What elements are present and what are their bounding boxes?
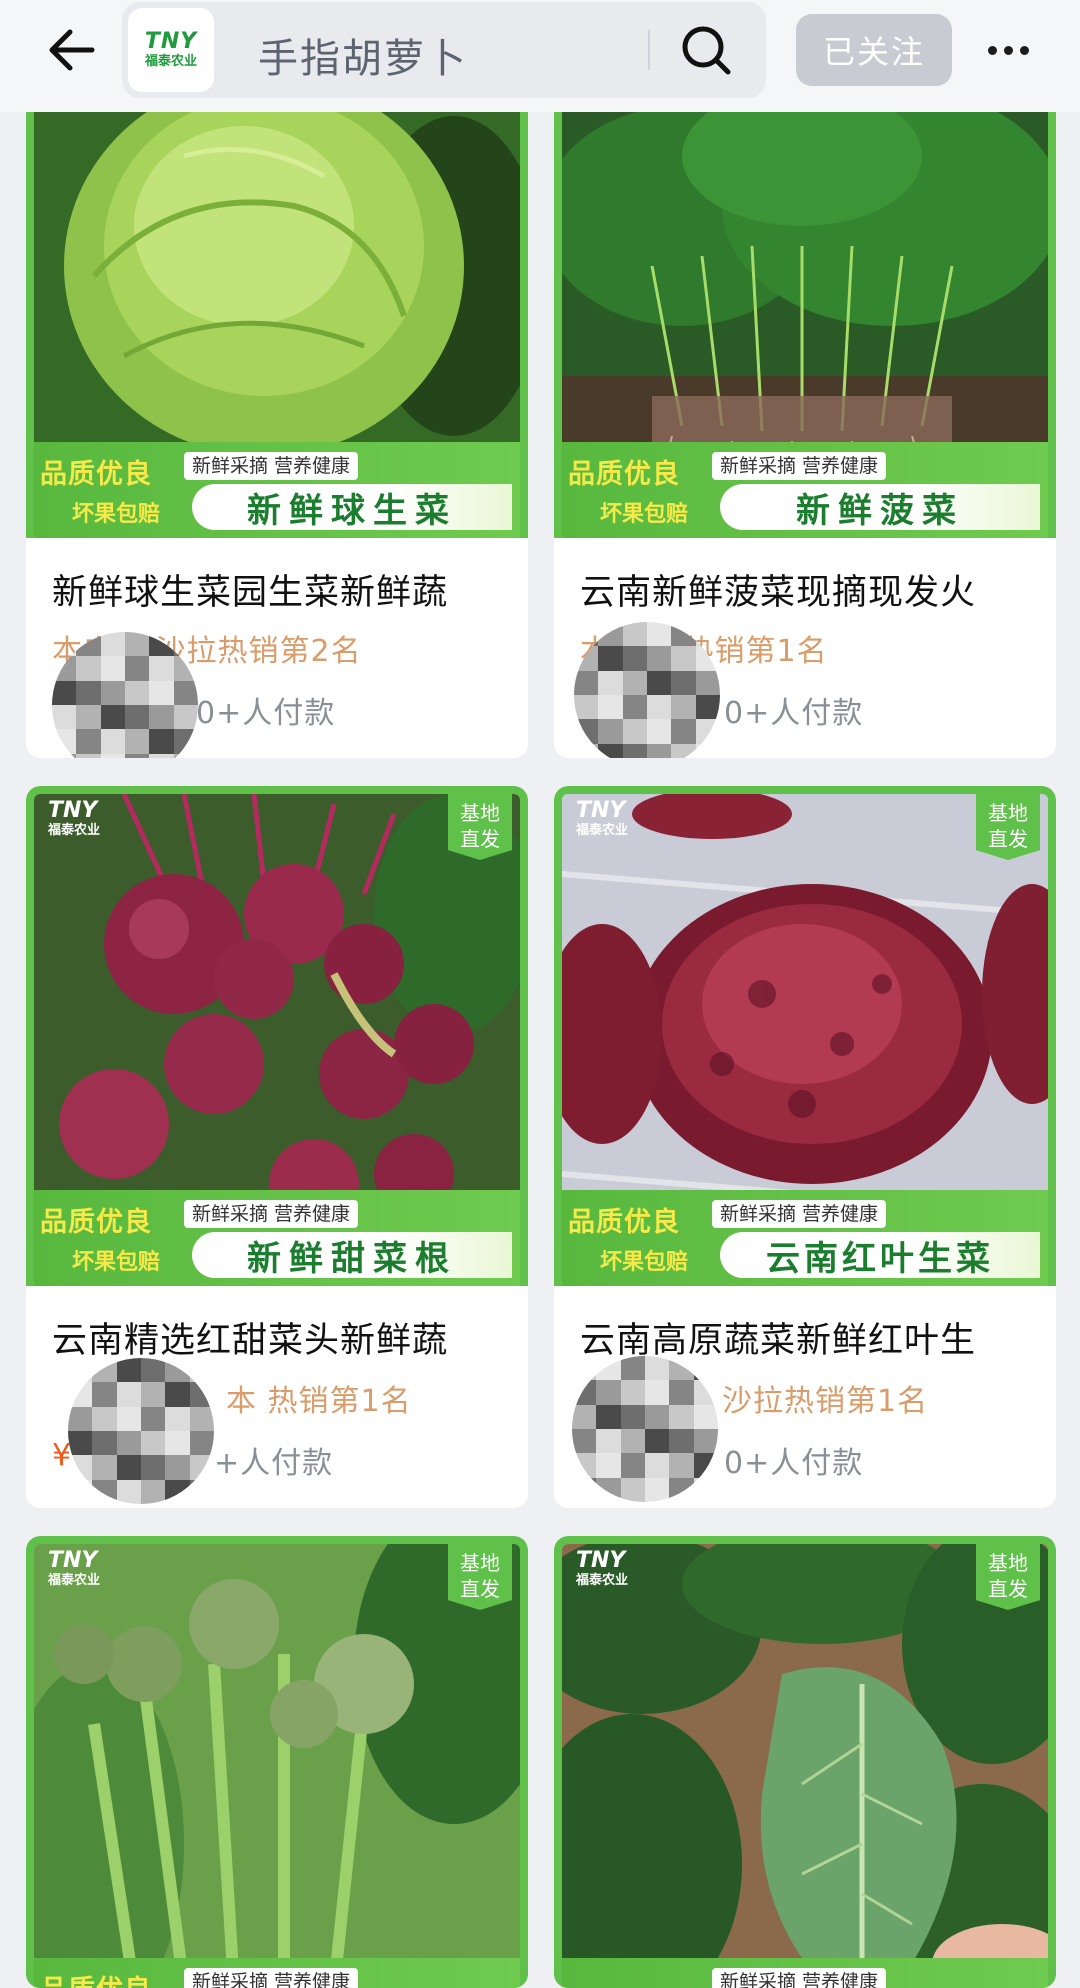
promo-tag: 新鲜采摘 营养健康	[712, 452, 887, 480]
promo-tag: 新鲜采摘 营养健康	[184, 1200, 359, 1228]
promo-quality-text: 品质优良	[40, 459, 152, 490]
privacy-blur-mask	[572, 1356, 718, 1502]
brand-badge-mark: TNY	[576, 1548, 626, 1573]
product-card[interactable]: TNY 福泰农业 基地 直发 品质优良 坏果包赔 新鲜采摘 营养健康 新鲜甜菜根…	[26, 786, 528, 1508]
brand-badge-mark: TNY	[48, 798, 98, 823]
brand-badge: TNY 福泰农业	[576, 800, 686, 846]
product-card[interactable]: TNY 福泰农业 基地 直发 品质优良 新鲜采摘 营养健康	[26, 1536, 528, 1988]
back-button[interactable]	[38, 20, 106, 80]
store-logo-sub: 福泰农业	[144, 53, 197, 69]
promo-guarantee-text: 坏果包赔	[600, 1250, 689, 1275]
product-title[interactable]: 云南精选红甜菜头新鲜蔬	[52, 1312, 522, 1363]
product-image[interactable]: TNY 福泰农业 基地 直发 品质优良 新鲜采摘 营养健康	[26, 1536, 528, 1988]
promo-product-name: 新鲜菠菜	[720, 484, 1040, 531]
product-rank: 本 热销第1名	[226, 1384, 412, 1419]
search-bar[interactable]: TNY 福泰农业 手指胡萝卜	[122, 2, 766, 98]
brand-badge-sub: 福泰农业	[576, 1573, 629, 1588]
brand-badge: TNY 福泰农业	[48, 1550, 158, 1596]
search-icon	[682, 26, 731, 75]
top-bar: TNY 福泰农业 手指胡萝卜 已关注	[0, 0, 1080, 112]
product-sales: 0+人付款	[724, 1446, 864, 1481]
direct-ship-badge: 基地 直发	[976, 794, 1040, 860]
more-button[interactable]	[978, 26, 1038, 74]
arrow-left-icon	[49, 29, 95, 71]
promo-banner: 品质优良 坏果包赔 新鲜采摘 营养健康 新鲜菠菜	[562, 442, 1048, 538]
promo-tag: 新鲜采摘 营养健康	[712, 1968, 887, 1988]
store-logo[interactable]: TNY 福泰农业	[128, 8, 214, 92]
promo-quality-text: 品质优良	[40, 1207, 152, 1238]
promo-guarantee-text: 坏果包赔	[600, 502, 689, 527]
product-card[interactable]: 品质优良 坏果包赔 新鲜采摘 营养健康 新鲜球生菜 新鲜球生菜园生菜新鲜蔬 本店…	[26, 96, 528, 758]
brand-badge: TNY 福泰农业	[48, 800, 158, 846]
promo-banner: 新鲜采摘 营养健康	[562, 1958, 1048, 1988]
promo-tag: 新鲜采摘 营养健康	[712, 1200, 887, 1228]
promo-banner: 品质优良 坏果包赔 新鲜采摘 营养健康 新鲜球生菜	[34, 442, 520, 538]
product-title[interactable]: 云南新鲜菠菜现摘现发火	[580, 564, 1050, 615]
promo-product-name: 云南红叶生菜	[720, 1232, 1040, 1279]
product-image[interactable]: TNY 福泰农业 基地 直发 新鲜采摘 营养健康	[554, 1536, 1056, 1988]
direct-ship-badge: 基地 直发	[976, 1544, 1040, 1610]
direct-ship-badge: 基地 直发	[448, 794, 512, 860]
product-card[interactable]: TNY 福泰农业 基地 直发 品质优良 坏果包赔 新鲜采摘 营养健康 云南红叶生…	[554, 786, 1056, 1508]
product-title[interactable]: 新鲜球生菜园生菜新鲜蔬	[52, 564, 522, 615]
promo-product-name: 新鲜甜菜根	[192, 1232, 512, 1279]
promo-tag: 新鲜采摘 营养健康	[184, 1968, 359, 1988]
promo-quality-text: 品质优良	[40, 1968, 152, 1988]
product-image[interactable]: 品质优良 坏果包赔 新鲜采摘 营养健康 新鲜菠菜	[554, 96, 1056, 538]
promo-banner: 品质优良 坏果包赔 新鲜采摘 营养健康 云南红叶生菜	[562, 1190, 1048, 1286]
store-logo-mark: TNY	[144, 28, 198, 54]
promo-banner: 品质优良 坏果包赔 新鲜采摘 营养健康 新鲜甜菜根	[34, 1190, 520, 1286]
search-input[interactable]: 手指胡萝卜	[258, 26, 468, 84]
search-button[interactable]	[670, 16, 742, 84]
brand-badge-mark: TNY	[48, 1548, 98, 1573]
product-card[interactable]: TNY 福泰农业 基地 直发 新鲜采摘 营养健康	[554, 1536, 1056, 1988]
brand-badge: TNY 福泰农业	[576, 1550, 686, 1596]
brand-badge-sub: 福泰农业	[48, 823, 101, 838]
brand-badge-sub: 福泰农业	[576, 823, 629, 838]
promo-product-name: 新鲜球生菜	[192, 484, 512, 531]
product-sales: +人付款	[214, 1446, 334, 1481]
product-image[interactable]: 品质优良 坏果包赔 新鲜采摘 营养健康 新鲜球生菜	[26, 96, 528, 538]
promo-guarantee-text: 坏果包赔	[72, 502, 161, 527]
promo-guarantee-text: 坏果包赔	[72, 1250, 161, 1275]
product-rank: 沙拉热销第1名	[722, 1384, 929, 1419]
product-photo	[562, 1544, 1048, 1988]
product-image[interactable]: TNY 福泰农业 基地 直发 品质优良 坏果包赔 新鲜采摘 营养健康 云南红叶生…	[554, 786, 1056, 1286]
product-sales: 0+人付款	[196, 696, 336, 731]
search-divider	[648, 30, 650, 70]
promo-quality-text: 品质优良	[568, 1207, 680, 1238]
promo-quality-text: 品质优良	[568, 459, 680, 490]
product-photo	[34, 1544, 520, 1988]
direct-ship-badge: 基地 直发	[448, 1544, 512, 1610]
more-dots-icon	[987, 45, 997, 55]
product-grid: 品质优良 坏果包赔 新鲜采摘 营养健康 新鲜球生菜 新鲜球生菜园生菜新鲜蔬 本店…	[0, 0, 1080, 1988]
privacy-blur-mask	[68, 1358, 214, 1504]
product-sales: 0+人付款	[724, 696, 864, 731]
promo-tag: 新鲜采摘 营养健康	[184, 452, 359, 480]
follow-button[interactable]: 已关注	[796, 14, 952, 86]
promo-banner: 品质优良 新鲜采摘 营养健康	[34, 1958, 520, 1988]
product-card[interactable]: 品质优良 坏果包赔 新鲜采摘 营养健康 新鲜菠菜 云南新鲜菠菜现摘现发火 本 菜…	[554, 96, 1056, 758]
product-image[interactable]: TNY 福泰农业 基地 直发 品质优良 坏果包赔 新鲜采摘 营养健康 新鲜甜菜根	[26, 786, 528, 1286]
brand-badge-sub: 福泰农业	[48, 1573, 101, 1588]
brand-badge-mark: TNY	[576, 798, 626, 823]
privacy-blur-mask	[574, 622, 720, 758]
